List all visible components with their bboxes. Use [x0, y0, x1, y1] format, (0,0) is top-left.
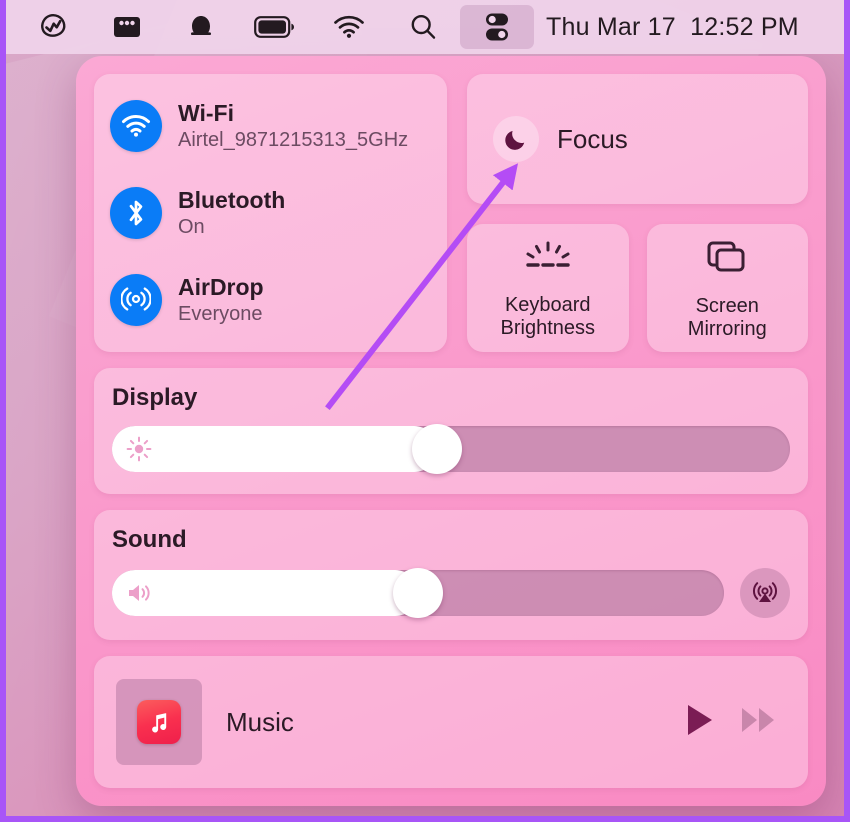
moon-icon[interactable]: [493, 116, 539, 162]
control-center-right-column: Focus Keyboard Brightness Screen Mirrori…: [467, 74, 808, 352]
music-title: Music: [226, 706, 294, 737]
play-icon[interactable]: [684, 703, 714, 742]
desktop-screen: Thu Mar 17 12:52 PM Wi-Fi Airtel_9871215…: [0, 0, 850, 822]
sound-heading: Sound: [112, 526, 187, 553]
music-controls: [684, 703, 786, 742]
search-icon[interactable]: [386, 5, 460, 49]
connectivity-tile: Wi-Fi Airtel_9871215313_5GHz Bluetooth O…: [94, 74, 447, 352]
screen-mirroring-icon: [704, 240, 750, 281]
display-panel: Display: [94, 368, 808, 494]
display-slider[interactable]: [112, 424, 790, 474]
control-center-icon[interactable]: [460, 5, 534, 49]
screen-mirroring-tile[interactable]: Screen Mirroring: [646, 224, 808, 352]
music-app-icon[interactable]: [137, 700, 181, 744]
wifi-title: Wi-Fi: [178, 100, 234, 127]
sound-slider-line: [112, 568, 790, 618]
airdrop-row[interactable]: AirDrop Everyone: [110, 266, 431, 334]
screen-mirroring-label-line1: Screen: [695, 294, 759, 317]
screen-mirroring-label-line2: Mirroring: [687, 317, 767, 340]
display-slider-fill: [112, 426, 438, 472]
menu-bar: Thu Mar 17 12:52 PM: [6, 0, 844, 54]
app-window-icon[interactable]: [90, 5, 164, 49]
keyboard-brightness-tile[interactable]: Keyboard Brightness: [467, 224, 629, 352]
airdrop-text: AirDrop Everyone: [178, 274, 264, 325]
wifi-icon[interactable]: [110, 100, 162, 152]
fast-forward-icon[interactable]: [740, 705, 778, 740]
keyboard-brightness-label-line1: Keyboard: [504, 293, 591, 316]
keyboard-brightness-label-line2: Brightness: [500, 316, 596, 339]
control-center-panel: Wi-Fi Airtel_9871215313_5GHz Bluetooth O…: [76, 56, 826, 806]
airdrop-status: Everyone: [178, 302, 263, 325]
wifi-text: Wi-Fi Airtel_9871215313_5GHz: [178, 100, 408, 151]
wifi-icon[interactable]: [312, 5, 386, 49]
stocks-icon[interactable]: [16, 5, 90, 49]
focus-tile[interactable]: Focus: [467, 74, 808, 204]
bell-icon[interactable]: [164, 5, 238, 49]
airdrop-title: AirDrop: [178, 274, 264, 301]
airplay-audio-icon[interactable]: [740, 568, 790, 618]
screen-mirroring-label: Screen Mirroring: [688, 295, 767, 341]
album-art-placeholder: [116, 679, 202, 765]
bluetooth-status: On: [178, 215, 205, 238]
display-slider-knob[interactable]: [412, 424, 463, 474]
sound-slider[interactable]: [112, 568, 724, 618]
keyboard-brightness-icon: [520, 241, 576, 280]
sound-slider-fill: [112, 570, 418, 616]
bluetooth-row[interactable]: Bluetooth On: [110, 179, 431, 247]
display-slider-line: [112, 424, 790, 474]
bluetooth-icon[interactable]: [110, 187, 162, 239]
menu-bar-icon-group: [16, 5, 534, 49]
wifi-status: Airtel_9871215313_5GHz: [178, 128, 409, 151]
speaker-volume-icon: [126, 581, 156, 605]
music-panel[interactable]: Music: [94, 656, 808, 788]
display-heading: Display: [112, 384, 198, 411]
focus-label: Focus: [557, 123, 628, 154]
control-center-tile-row: Keyboard Brightness Screen Mirroring: [467, 224, 808, 352]
menu-bar-clock[interactable]: Thu Mar 17 12:52 PM: [546, 13, 799, 42]
bluetooth-title: Bluetooth: [178, 187, 286, 214]
airdrop-icon[interactable]: [110, 274, 162, 326]
bluetooth-text: Bluetooth On: [178, 187, 285, 238]
keyboard-brightness-label: Keyboard Brightness: [501, 294, 596, 340]
brightness-sun-icon: [126, 436, 152, 462]
sound-panel: Sound: [94, 510, 808, 640]
wifi-row[interactable]: Wi-Fi Airtel_9871215313_5GHz: [110, 92, 431, 160]
sound-slider-knob[interactable]: [393, 568, 443, 618]
battery-icon[interactable]: [238, 5, 312, 49]
control-center-top-row: Wi-Fi Airtel_9871215313_5GHz Bluetooth O…: [94, 74, 808, 352]
